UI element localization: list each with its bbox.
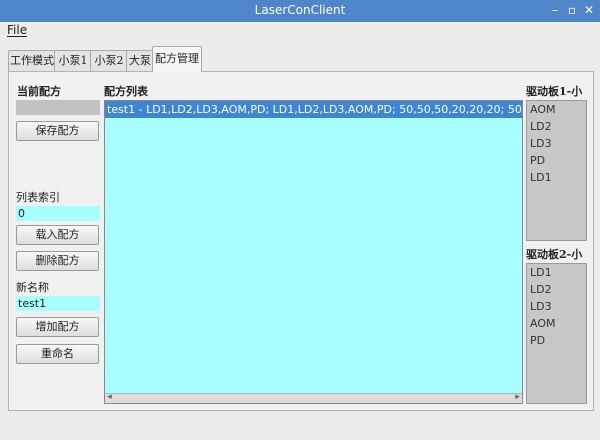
list-item[interactable]: AOM — [527, 101, 586, 118]
save-recipe-button[interactable]: 保存配方 — [16, 121, 99, 141]
load-recipe-button[interactable]: 载入配方 — [16, 225, 99, 245]
list-item[interactable]: test1 - LD1,LD2,LD3,AOM,PD; LD1,LD2,LD3,… — [105, 101, 522, 118]
tab-small-pump-2[interactable]: 小泵2 — [90, 50, 128, 71]
status-bar — [0, 412, 600, 440]
tab-large-pump[interactable]: 大泵 — [126, 50, 154, 71]
recipe-list[interactable]: test1 - LD1,LD2,LD3,AOM,PD; LD1,LD2,LD3,… — [104, 100, 523, 404]
list-item[interactable]: PD — [527, 152, 586, 169]
list-item[interactable]: AOM — [527, 315, 586, 332]
horizontal-scrollbar[interactable]: ◂ ▸ — [105, 392, 522, 403]
recipe-management-panel: 当前配方 保存配方 列表索引 0 载入配方 删除配方 新名称 test1 增加配… — [8, 71, 594, 411]
window-title: LaserConClient — [254, 3, 346, 17]
list-item[interactable]: PD — [527, 332, 586, 349]
tab-small-pump-1[interactable]: 小泵1 — [54, 50, 92, 71]
list-item[interactable]: LD2 — [527, 281, 586, 298]
title-bar: LaserConClient – ▫ ✕ — [0, 0, 600, 22]
list-item[interactable]: LD3 — [527, 135, 586, 152]
list-index-input[interactable]: 0 — [16, 206, 100, 221]
list-item[interactable]: LD2 — [527, 118, 586, 135]
maximize-icon[interactable]: ▫ — [565, 2, 579, 18]
scroll-left-icon[interactable]: ◂ — [105, 392, 114, 402]
rename-recipe-button[interactable]: 重命名 — [16, 344, 99, 364]
delete-recipe-button[interactable]: 删除配方 — [16, 251, 99, 271]
list-item[interactable]: LD1 — [527, 264, 586, 281]
list-item[interactable]: LD1 — [527, 169, 586, 186]
recipe-list-label: 配方列表 — [104, 85, 148, 98]
scroll-right-icon[interactable]: ▸ — [513, 392, 522, 402]
new-name-label: 新名称 — [16, 281, 49, 294]
minimize-icon[interactable]: – — [548, 2, 562, 18]
current-recipe-label: 当前配方 — [17, 85, 61, 98]
tab-work-mode[interactable]: 工作模式 — [8, 50, 56, 71]
list-item[interactable]: LD3 — [527, 298, 586, 315]
tab-recipe-management[interactable]: 配方管理 — [152, 46, 202, 72]
add-recipe-button[interactable]: 增加配方 — [16, 317, 99, 337]
driver-board-2-list[interactable]: LD1 LD2 LD3 AOM PD — [526, 263, 587, 404]
driver-board-1-list[interactable]: AOM LD2 LD3 PD LD1 — [526, 100, 587, 241]
current-recipe-field — [16, 100, 100, 115]
new-name-input[interactable]: test1 — [16, 296, 100, 311]
menu-bar: File — [0, 22, 600, 40]
close-icon[interactable]: ✕ — [582, 2, 596, 18]
menu-file[interactable]: File — [7, 23, 27, 37]
list-index-label: 列表索引 — [16, 191, 60, 204]
